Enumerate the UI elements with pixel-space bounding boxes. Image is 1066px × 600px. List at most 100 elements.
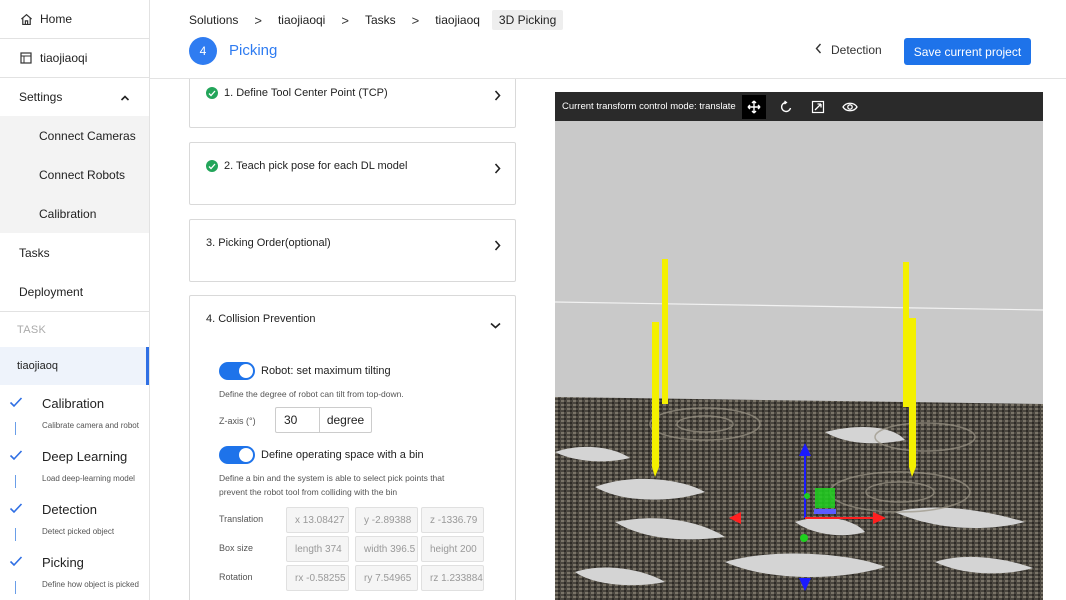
card-title-text: 3. Picking Order(optional) <box>206 237 331 249</box>
sidebar-item-label: Tasks <box>19 245 50 260</box>
check-icon <box>7 446 25 464</box>
step-calibration[interactable]: Calibration Calibrate camera and robot <box>0 385 149 438</box>
breadcrumb-task[interactable]: tiaojiaoq <box>435 13 480 27</box>
rotation-label: Rotation <box>219 572 253 582</box>
steps-panel[interactable]: 1. Define Tool Center Point (TCP) 2. Tea… <box>150 79 550 600</box>
rotation-rx-input[interactable]: rx -0.58255 <box>286 565 349 591</box>
chevron-right-icon: > <box>341 12 349 28</box>
success-check-icon <box>206 160 218 172</box>
page-title: Picking <box>229 42 278 59</box>
step-picking[interactable]: Picking Define how object is picked <box>0 544 149 597</box>
z-axis-value[interactable]: 30 <box>276 408 320 432</box>
chevron-down-icon[interactable] <box>490 316 501 334</box>
card-title: 1. Define Tool Center Point (TCP) <box>206 87 388 99</box>
sidebar-item-settings[interactable]: Settings <box>0 77 149 116</box>
step-title: Calibration <box>42 396 105 411</box>
bin-toggle[interactable] <box>219 446 255 464</box>
3d-scene[interactable] <box>555 92 1043 600</box>
chevron-right-icon: > <box>254 12 262 28</box>
step-description: Detect picked object <box>42 527 115 536</box>
chevron-left-icon <box>815 43 822 57</box>
translation-x-input[interactable]: x 13.08427 <box>286 507 349 533</box>
sidebar-item-label: Connect Cameras <box>39 128 136 143</box>
z-axis-unit: degree <box>326 413 365 427</box>
card-pick-pose[interactable]: 2. Teach pick pose for each DL model <box>189 142 516 205</box>
translate-icon[interactable] <box>741 94 766 119</box>
sidebar-item-calibration[interactable]: Calibration <box>0 194 149 233</box>
rotation-ry-input[interactable]: ry 7.54965 <box>355 565 418 591</box>
breadcrumb-tasks[interactable]: Tasks <box>365 13 396 27</box>
step-connector <box>15 475 16 488</box>
chevron-right-icon <box>494 238 501 256</box>
card-title: 3. Picking Order(optional) <box>206 237 331 249</box>
check-icon <box>7 393 25 411</box>
sidebar-item-label: Settings <box>19 90 63 104</box>
home-icon <box>19 12 33 26</box>
card-title-text: 4. Collision Prevention <box>206 313 316 325</box>
box-length-input[interactable]: length 374 <box>286 536 349 562</box>
step-description: Calibrate camera and robot <box>42 421 139 430</box>
check-icon <box>7 552 25 570</box>
step-number-badge: 4 <box>189 37 217 65</box>
step-deep-learning[interactable]: Deep Learning Load deep-learning model <box>0 438 149 491</box>
save-project-button[interactable]: Save current project <box>904 38 1031 65</box>
step-connector <box>15 422 16 435</box>
step-title: Detection <box>42 502 97 517</box>
sidebar-item-label: tiaojiaoqi <box>40 51 88 65</box>
box-width-input[interactable]: width 396.5 <box>355 536 418 562</box>
card-title-text: 2. Teach pick pose for each DL model <box>224 160 408 172</box>
step-connector <box>15 581 16 594</box>
translation-label: Translation <box>219 514 264 524</box>
step-detection[interactable]: Detection Detect picked object <box>0 491 149 544</box>
z-axis-input[interactable]: 30 degree <box>275 407 372 433</box>
z-axis-label: Z-axis (°) <box>219 416 256 426</box>
card-title-text: 1. Define Tool Center Point (TCP) <box>224 87 388 99</box>
back-link-label: Detection <box>831 43 882 57</box>
sidebar-item-label: Deployment <box>19 284 84 299</box>
step-title: Deep Learning <box>42 449 128 464</box>
step-description: Define how object is picked <box>42 580 139 589</box>
success-check-icon <box>206 87 218 99</box>
bin-label: Define operating space with a bin <box>261 449 424 461</box>
chevron-up-icon <box>120 91 130 105</box>
chevron-right-icon: > <box>411 12 420 28</box>
chevron-right-icon <box>494 161 501 179</box>
transform-mode-text: Current transform control mode: translat… <box>562 101 736 112</box>
tilt-toggle[interactable] <box>219 362 255 380</box>
bin-description-line2: prevent the robot tool from colliding wi… <box>219 487 398 497</box>
card-picking-order[interactable]: 3. Picking Order(optional) <box>189 219 516 282</box>
box-height-input[interactable]: height 200 <box>421 536 484 562</box>
sidebar-item-label: Connect Robots <box>39 167 126 182</box>
app-root: Home tiaojiaoqi Settings Connect Cameras… <box>0 0 1066 600</box>
rotation-rz-input[interactable]: rz 1.233884 <box>421 565 484 591</box>
card-tcp[interactable]: 1. Define Tool Center Point (TCP) <box>189 79 516 128</box>
check-icon <box>7 499 25 517</box>
step-description: Load deep-learning model <box>42 474 135 483</box>
breadcrumb-solutions[interactable]: Solutions <box>189 13 238 27</box>
translation-y-input[interactable]: y -2.89388 <box>355 507 418 533</box>
box-size-label: Box size <box>219 543 254 553</box>
sidebar-item-deployment[interactable]: Deployment <box>0 272 149 311</box>
project-icon <box>19 51 33 65</box>
scale-icon[interactable] <box>806 95 830 119</box>
sidebar-item-active-task[interactable]: tiaojiaoq <box>0 347 149 385</box>
eye-icon[interactable] <box>838 95 862 119</box>
tilt-label: Robot: set maximum tilting <box>261 365 391 377</box>
translation-z-input[interactable]: z -1336.79 <box>421 507 484 533</box>
step-connector <box>15 528 16 541</box>
3d-viewer[interactable]: Current transform control mode: translat… <box>555 92 1043 600</box>
sidebar-item-home[interactable]: Home <box>0 0 149 38</box>
back-link[interactable]: Detection <box>815 43 882 57</box>
card-title[interactable]: 4. Collision Prevention <box>206 313 315 325</box>
step-title: Picking <box>42 555 84 570</box>
sidebar-item-label: Home <box>40 12 73 26</box>
rotate-icon[interactable] <box>774 95 798 119</box>
sidebar-item-connect-cameras[interactable]: Connect Cameras <box>0 116 149 155</box>
sidebar-item-project[interactable]: tiaojiaoqi <box>0 38 149 77</box>
sidebar-item-connect-robots[interactable]: Connect Robots <box>0 155 149 194</box>
breadcrumb-current: 3D Picking <box>491 10 564 30</box>
bin-description-line1: Define a bin and the system is able to s… <box>219 473 445 483</box>
sidebar-item-label: Calibration <box>39 206 97 221</box>
sidebar-item-tasks[interactable]: Tasks <box>0 233 149 272</box>
breadcrumb-project[interactable]: tiaojiaoqi <box>278 13 325 27</box>
